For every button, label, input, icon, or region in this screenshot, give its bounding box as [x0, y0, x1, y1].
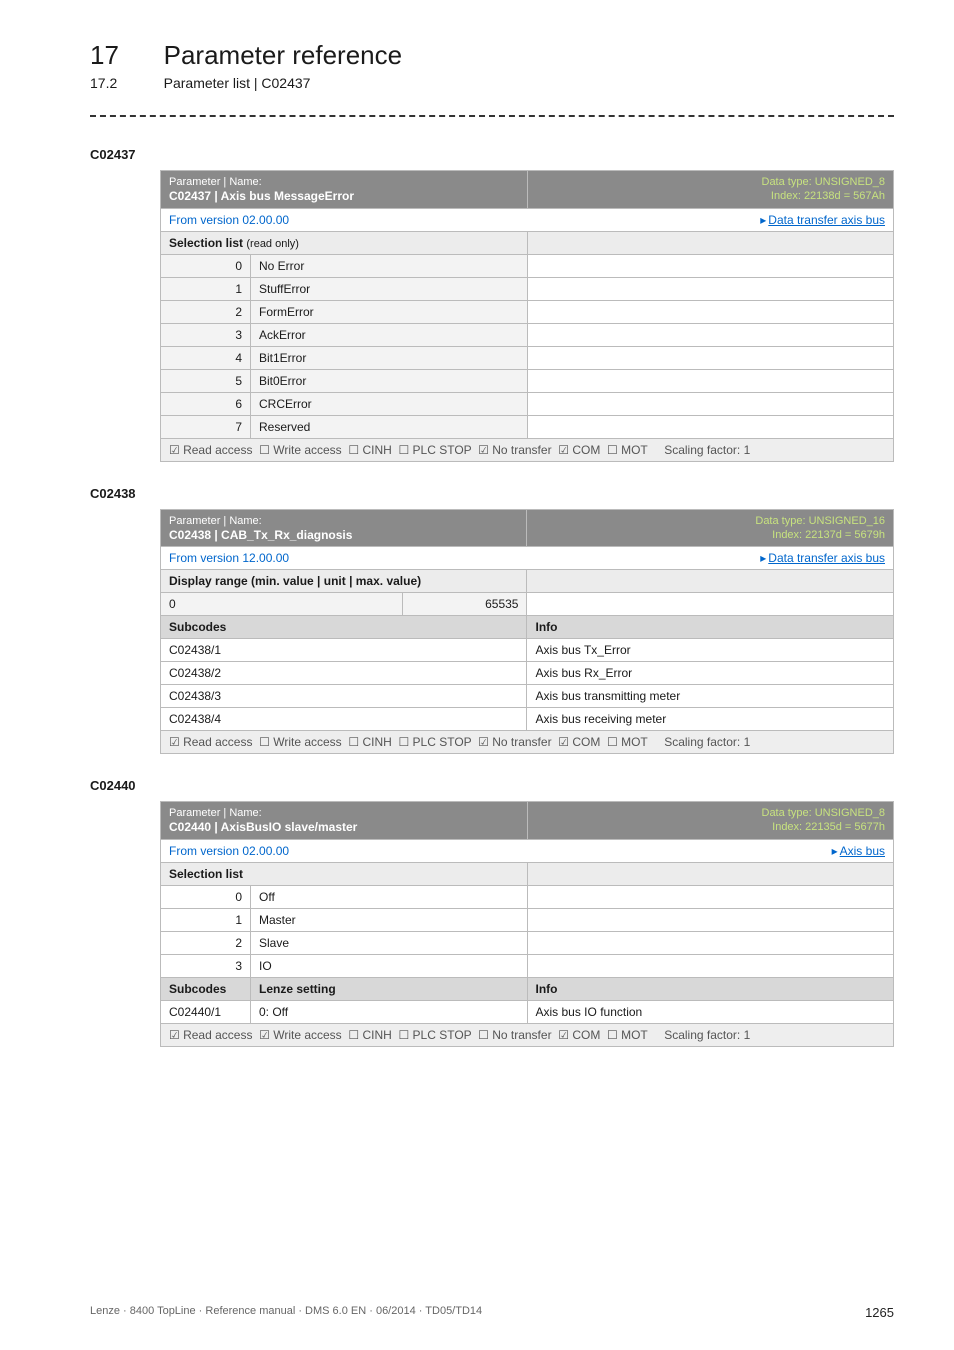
lenze-value: 0: Off	[251, 1000, 528, 1023]
selection-list-label: Selection list	[169, 236, 243, 250]
empty-cell	[527, 885, 894, 908]
empty-cell	[527, 369, 894, 392]
info-value: Axis bus IO function	[527, 1000, 894, 1023]
empty-cell	[527, 277, 894, 300]
axis-bus-link[interactable]: ▸Data transfer axis bus	[760, 551, 885, 565]
empty-cell	[527, 323, 894, 346]
data-type: Data type: UNSIGNED_8	[536, 175, 886, 189]
section-number: 17.2	[90, 75, 160, 91]
index: Index: 22137d = 5679h	[535, 528, 885, 542]
selection-index: 6	[161, 392, 251, 415]
display-max: 65535	[402, 593, 527, 616]
display-min: 0	[161, 593, 403, 616]
empty-cell	[527, 254, 894, 277]
selection-index: 1	[161, 908, 251, 931]
param-name-label: Parameter | Name:	[169, 175, 519, 189]
info-value: Axis bus transmitting meter	[527, 685, 894, 708]
data-type: Data type: UNSIGNED_8	[536, 806, 886, 820]
empty-cell	[527, 908, 894, 931]
index: Index: 22135d = 5677h	[536, 820, 886, 834]
info-header: Info	[527, 616, 894, 639]
selection-value: Bit1Error	[251, 346, 528, 369]
empty-cell	[527, 300, 894, 323]
selection-index: 5	[161, 369, 251, 392]
selection-value: Bit0Error	[251, 369, 528, 392]
index: Index: 22138d = 567Ah	[536, 189, 886, 203]
param-title: C02437 | Axis bus MessageError	[169, 189, 519, 203]
subcodes-header: Subcodes	[161, 616, 527, 639]
access-flags: ☑ Read access ☐ Write access ☐ CINH ☐ PL…	[169, 735, 648, 749]
display-range-label: Display range (min. value | unit | max. …	[161, 570, 527, 593]
param-heading-c02437: C02437	[90, 147, 894, 162]
selection-value: IO	[251, 954, 528, 977]
axis-bus-link[interactable]: ▸Data transfer axis bus	[760, 213, 885, 227]
axis-bus-link[interactable]: ▸Axis bus	[832, 844, 885, 858]
selection-index: 0	[161, 885, 251, 908]
info-value: Axis bus receiving meter	[527, 708, 894, 731]
param-name-label: Parameter | Name:	[169, 806, 519, 820]
version-link[interactable]: From version 02.00.00	[169, 844, 289, 858]
empty-cell	[527, 415, 894, 438]
selection-value: Reserved	[251, 415, 528, 438]
selection-list-label: Selection list	[161, 862, 528, 885]
selection-value: StuffError	[251, 277, 528, 300]
selection-index: 1	[161, 277, 251, 300]
chapter-title: Parameter reference	[164, 40, 402, 71]
subcode-cell: C02438/4	[161, 708, 527, 731]
lenze-setting-header: Lenze setting	[251, 977, 528, 1000]
subcode-cell: C02438/2	[161, 662, 527, 685]
section-title: Parameter list | C02437	[164, 75, 311, 91]
selection-value: No Error	[251, 254, 528, 277]
chapter-number: 17	[90, 40, 160, 71]
selection-value: FormError	[251, 300, 528, 323]
info-value: Axis bus Tx_Error	[527, 639, 894, 662]
param-title: C02438 | CAB_Tx_Rx_diagnosis	[169, 528, 518, 542]
table-c02437: Parameter | Name: C02437 | Axis bus Mess…	[160, 170, 894, 462]
selection-index: 7	[161, 415, 251, 438]
selection-value: AckError	[251, 323, 528, 346]
subcode-cell: C02438/1	[161, 639, 527, 662]
empty-cell	[527, 346, 894, 369]
selection-index: 0	[161, 254, 251, 277]
version-link[interactable]: From version 12.00.00	[169, 551, 289, 565]
selection-index: 2	[161, 300, 251, 323]
access-flags: ☑ Read access ☐ Write access ☐ CINH ☐ PL…	[169, 443, 648, 457]
page-number: 1265	[865, 1305, 894, 1320]
selection-index: 3	[161, 323, 251, 346]
scaling-factor: Scaling factor: 1	[664, 735, 750, 749]
selection-index: 3	[161, 954, 251, 977]
page-footer: Lenze · 8400 TopLine · Reference manual …	[90, 1305, 894, 1320]
access-flags: ☑ Read access ☑ Write access ☐ CINH ☐ PL…	[169, 1028, 648, 1042]
selection-value: CRCError	[251, 392, 528, 415]
info-header: Info	[527, 977, 894, 1000]
selection-index: 4	[161, 346, 251, 369]
empty-cell	[527, 931, 894, 954]
selection-index: 2	[161, 931, 251, 954]
subcode-cell: C02438/3	[161, 685, 527, 708]
data-type: Data type: UNSIGNED_16	[535, 514, 885, 528]
table-c02438: Parameter | Name: C02438 | CAB_Tx_Rx_dia…	[160, 509, 894, 755]
param-title: C02440 | AxisBusIO slave/master	[169, 820, 519, 834]
info-value: Axis bus Rx_Error	[527, 662, 894, 685]
selection-value: Master	[251, 908, 528, 931]
table-c02440: Parameter | Name: C02440 | AxisBusIO sla…	[160, 801, 894, 1047]
param-heading-c02440: C02440	[90, 778, 894, 793]
scaling-factor: Scaling factor: 1	[664, 1028, 750, 1042]
param-heading-c02438: C02438	[90, 486, 894, 501]
selection-value: Slave	[251, 931, 528, 954]
selection-value: Off	[251, 885, 528, 908]
divider	[90, 115, 894, 117]
subcodes-header: Subcodes	[161, 977, 251, 1000]
version-link[interactable]: From version 02.00.00	[169, 213, 289, 227]
scaling-factor: Scaling factor: 1	[664, 443, 750, 457]
read-only-label: (read only)	[246, 238, 299, 250]
subcode-cell: C02440/1	[161, 1000, 251, 1023]
param-name-label: Parameter | Name:	[169, 514, 518, 528]
footer-text: Lenze · 8400 TopLine · Reference manual …	[90, 1305, 482, 1317]
empty-cell	[527, 954, 894, 977]
empty-cell	[527, 392, 894, 415]
